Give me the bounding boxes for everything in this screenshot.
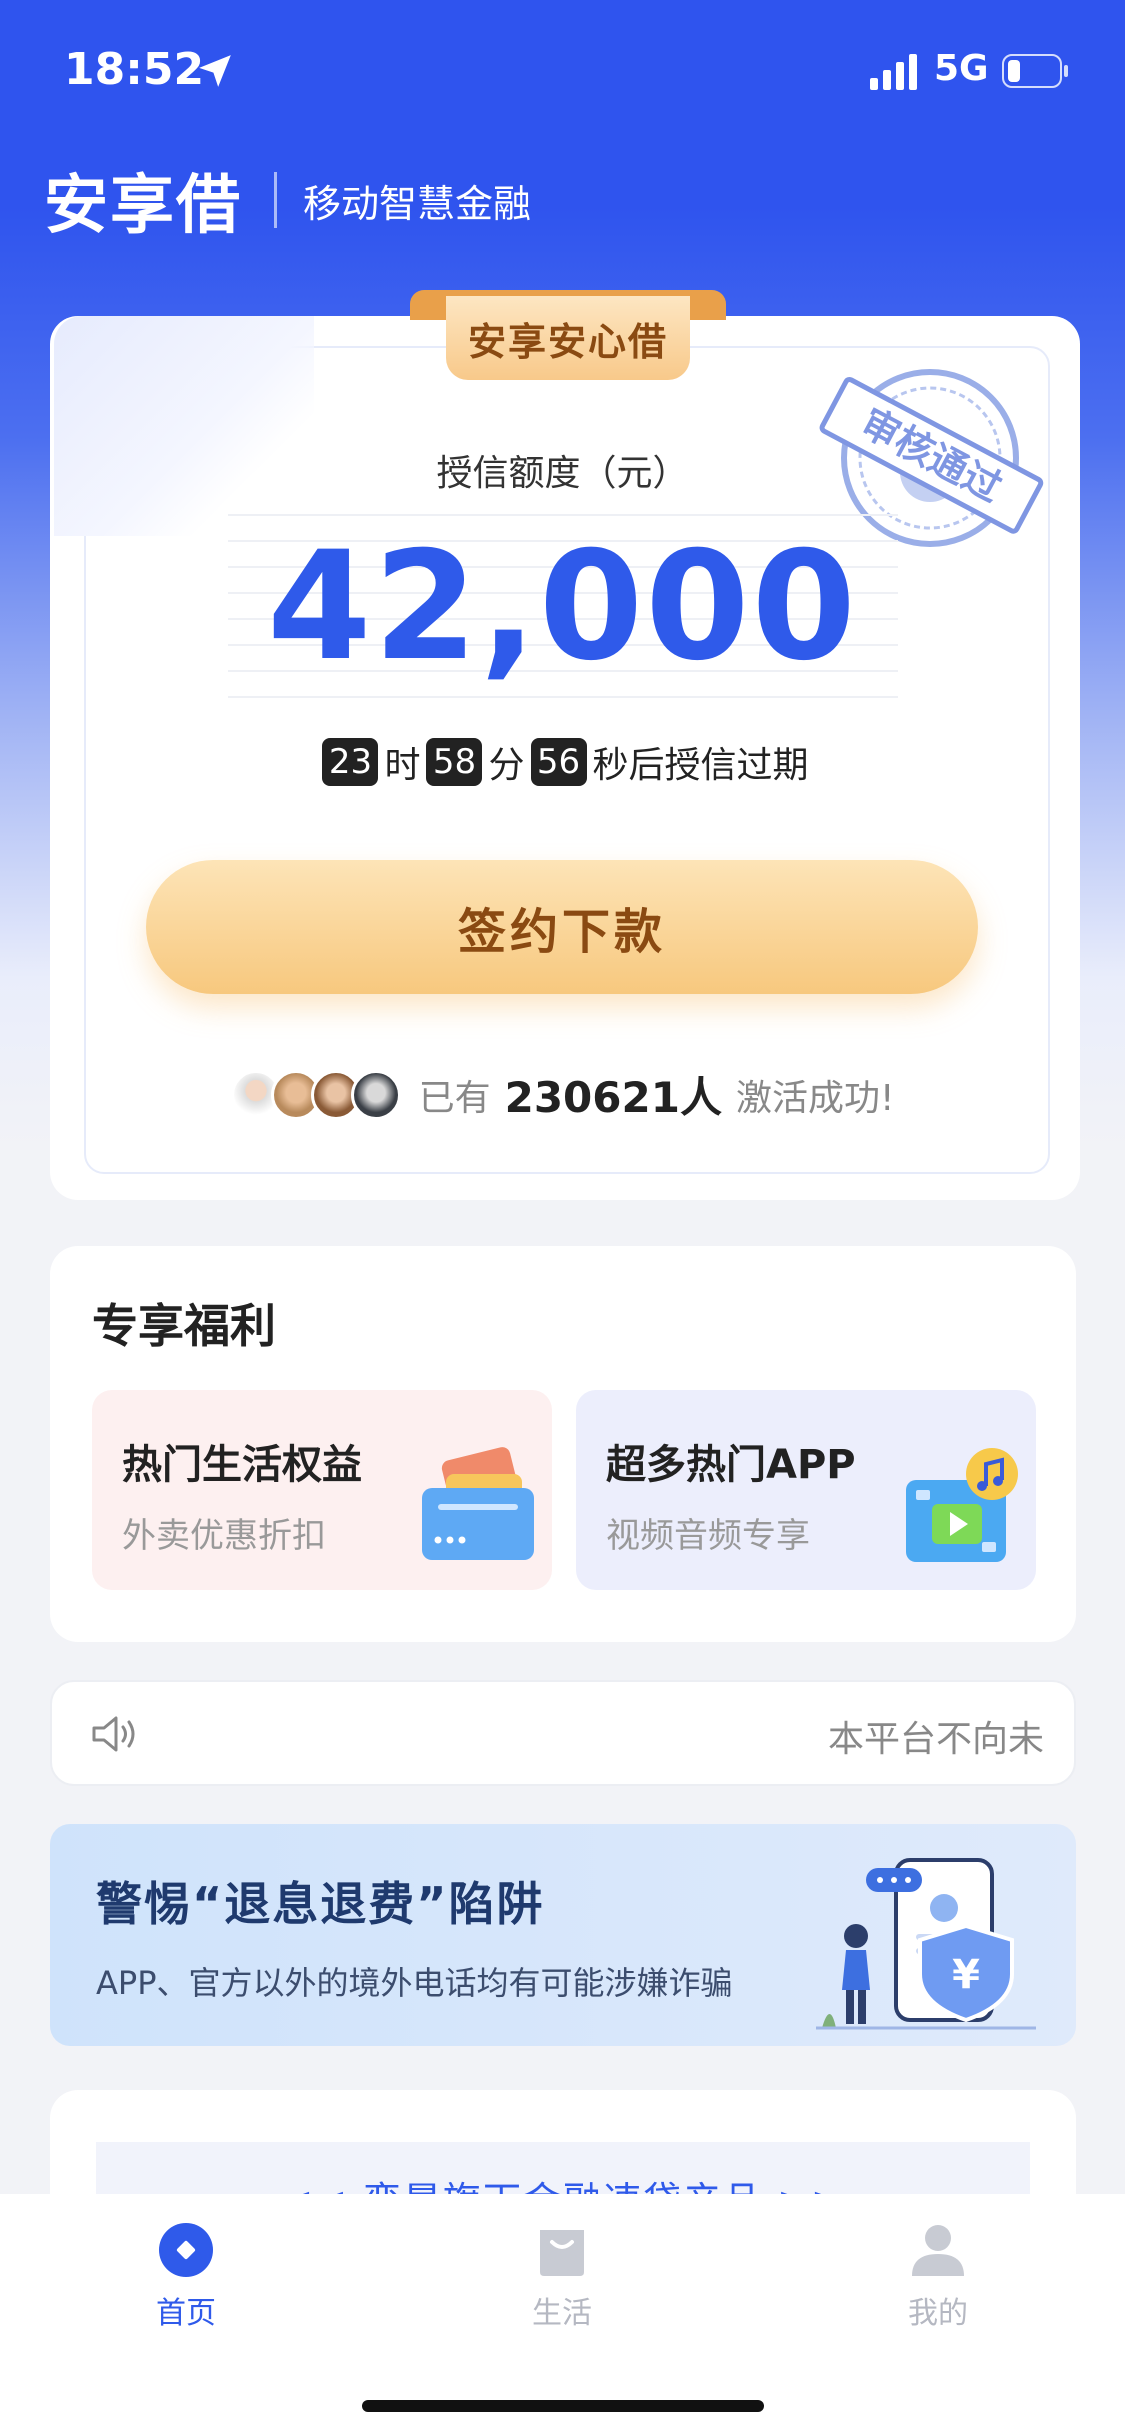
tab-label: 生活 — [532, 2296, 592, 2331]
header-divider — [274, 172, 277, 228]
notice-bar[interactable]: 本平台不向未 — [50, 1680, 1076, 1786]
card-fold-decoration — [54, 316, 314, 536]
home-icon — [159, 2223, 213, 2277]
signal-icon — [870, 54, 917, 90]
app-name: 安享借 — [44, 169, 242, 243]
fraud-warning-banner[interactable]: 警惕“退息退费”陷阱 APP、官方以外的境外电话均有可能涉嫌诈骗 ¥ — [50, 1824, 1076, 2046]
benefit-subtitle: 外卖优惠折扣 — [122, 1516, 326, 1556]
activation-count: 230621人 — [504, 1073, 722, 1122]
card-wallet-icon — [422, 1447, 534, 1560]
home-indicator — [362, 2400, 764, 2412]
countdown-seconds: 56 — [530, 738, 587, 786]
sign-loan-button[interactable]: 签约下款 — [146, 860, 978, 994]
exclusive-benefits-section: 专享福利 热门生活权益 外卖优惠折扣 超多热门APP 视频音频专享 — [50, 1246, 1076, 1642]
speaker-icon — [92, 1716, 135, 1752]
tab-life[interactable]: 生活 — [482, 2220, 642, 2332]
countdown-minutes-unit: 分 — [488, 745, 525, 786]
benefit-title: 热门生活权益 — [122, 1442, 362, 1488]
bottom-tab-bar: 首页 生活 我的 — [0, 2194, 1125, 2435]
tab-home[interactable]: 首页 — [106, 2220, 266, 2332]
video-music-icon — [906, 1448, 1018, 1562]
user-icon — [912, 2225, 964, 2276]
network-label: 5G — [934, 48, 989, 89]
tab-label: 首页 — [156, 2296, 216, 2331]
benefits-title: 专享福利 — [92, 1299, 276, 1353]
benefit-subtitle: 视频音频专享 — [606, 1516, 810, 1556]
countdown-hours: 23 — [322, 738, 379, 786]
svg-text:¥: ¥ — [952, 1952, 980, 1998]
countdown-suffix: 秒后授信过期 — [592, 745, 809, 786]
countdown-hours-unit: 时 — [384, 745, 421, 786]
location-arrow-icon — [199, 55, 231, 87]
warning-title: 警惕“退息退费”陷阱 — [96, 1877, 545, 1931]
tab-mine[interactable]: 我的 — [858, 2220, 1018, 2332]
countdown-minutes: 58 — [426, 738, 483, 786]
app-slogan: 移动智慧金融 — [303, 181, 532, 226]
app-header: 安享借 移动智慧金融 — [44, 160, 532, 243]
avatar — [350, 1069, 401, 1120]
product-ribbon: 安享安心借 — [446, 296, 690, 380]
credit-amount: 42,000 — [267, 520, 858, 694]
activation-suffix: 激活成功! — [735, 1077, 895, 1119]
battery-icon — [1002, 54, 1068, 88]
notice-text: 本平台不向未 — [827, 1719, 1044, 1760]
user-avatars — [230, 1069, 401, 1120]
warning-subtitle: APP、官方以外的境外电话均有可能涉嫌诈骗 — [96, 1964, 733, 2002]
benefit-card-life[interactable]: 热门生活权益 外卖优惠折扣 — [92, 1390, 552, 1590]
activation-prefix: 已有 — [418, 1077, 491, 1119]
credit-limit-label: 授信额度（元） — [436, 453, 689, 494]
activation-stats: 已有 230621人 激活成功! — [0, 1064, 1125, 1125]
bag-icon — [540, 2230, 584, 2276]
benefit-card-apps[interactable]: 超多热门APP 视频音频专享 — [576, 1390, 1036, 1590]
expiry-countdown: 23 时 58 分 56 秒后授信过期 — [0, 736, 1125, 788]
phone-shield-illustration: ¥ — [816, 1858, 1036, 2030]
tab-label: 我的 — [908, 2296, 968, 2331]
benefit-title: 超多热门APP — [606, 1442, 856, 1488]
status-bar: 18:52 5G — [0, 0, 1125, 140]
status-time: 18:52 — [64, 44, 205, 95]
